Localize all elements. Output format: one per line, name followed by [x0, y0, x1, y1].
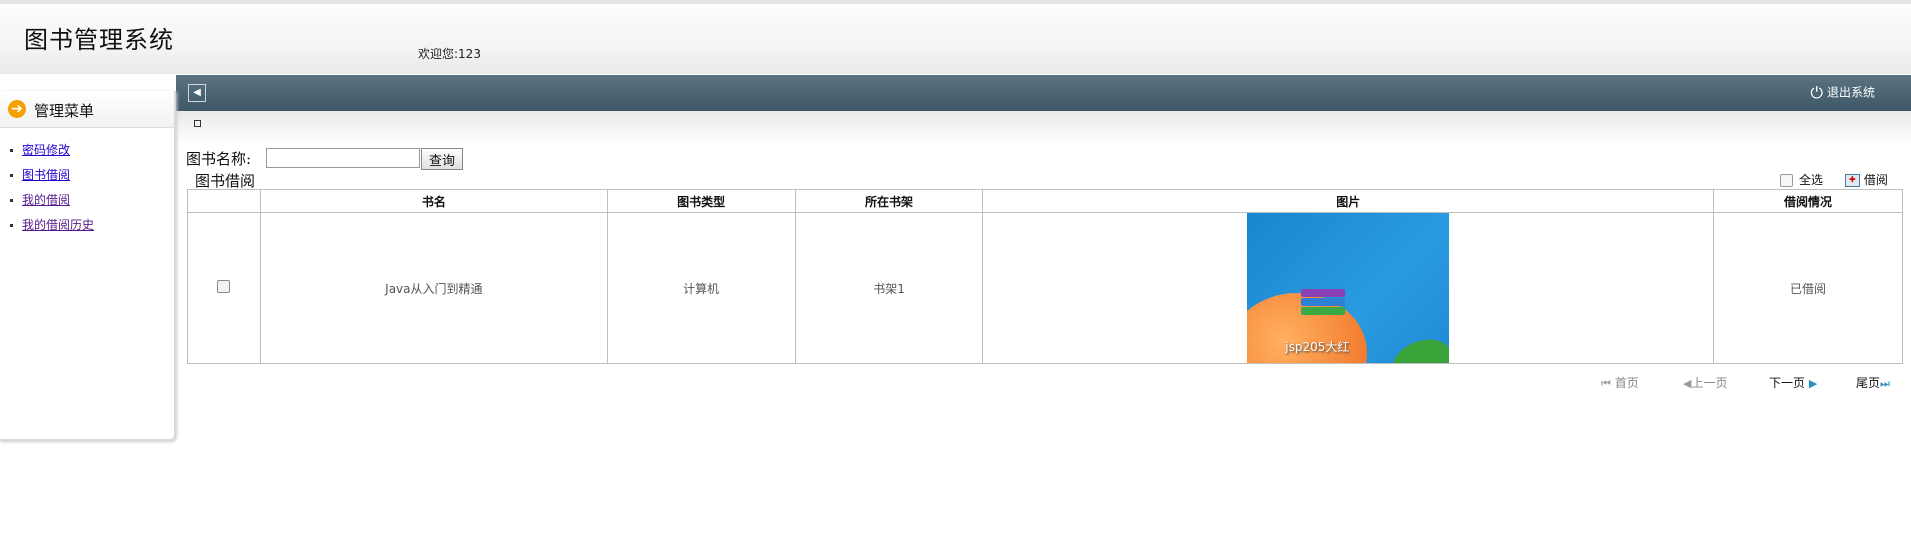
top-header: 图书管理系统 欢迎您:123 [0, 0, 1911, 74]
sidebar-link-my-borrow[interactable]: 我的借阅 [22, 193, 70, 207]
sidebar-list: 密码修改 图书借阅 我的借阅 我的借阅历史 [0, 128, 174, 238]
row-select-cell [187, 212, 261, 364]
top-navbar: ◀ ⏻ 退出系统 [176, 75, 1911, 111]
table-actions: 全选 ✚ 借阅 [1780, 171, 1888, 188]
app-title: 图书管理系统 [24, 26, 174, 54]
last-page-link[interactable]: 尾页⏭ [1856, 374, 1890, 391]
collapse-left-icon[interactable]: ◀ [188, 84, 206, 102]
arrow-right-icon: ➔ [8, 100, 26, 118]
power-icon: ⏻ [1810, 83, 1823, 102]
book-image-cell: jsp205大红 [982, 212, 1715, 364]
logout-label: 退出系统 [1826, 85, 1875, 100]
book-status-cell: 已借阅 [1713, 212, 1903, 364]
col-header-status: 借阅情况 [1713, 189, 1903, 213]
sidebar-item-history: 我的借阅历史 [10, 213, 174, 238]
borrow-icon[interactable]: ✚ [1844, 174, 1860, 187]
book-name-input[interactable] [266, 148, 420, 168]
last-page-label: 尾页 [1856, 376, 1881, 390]
next-page-link[interactable]: 下一页 ▶ [1769, 374, 1817, 391]
sidebar-item-my-borrow: 我的借阅 [10, 188, 174, 213]
sidebar-title: 管理菜单 [34, 102, 95, 120]
sidebar-menu: ➔ 管理菜单 密码修改 图书借阅 我的借阅 我的借阅历史 [0, 91, 176, 441]
select-all-label[interactable]: 全选 [1799, 173, 1823, 187]
search-label: 图书名称: [186, 150, 252, 168]
sub-toolbar [176, 111, 1911, 145]
books-table: 书名 图书类型 所在书架 图片 借阅情况 Java从入门到精通 计算机 书架1 [187, 189, 1903, 364]
sidebar-link-history[interactable]: 我的借阅历史 [22, 218, 94, 232]
archive-icon [1301, 289, 1346, 323]
last-page-icon: ⏭ [1880, 377, 1890, 390]
col-header-shelf: 所在书架 [794, 189, 984, 213]
col-header-image: 图片 [982, 189, 1715, 213]
book-shelf-cell: 书架1 [794, 212, 984, 364]
image-caption: jsp205大红 [1285, 340, 1350, 354]
row-checkbox[interactable] [217, 280, 231, 293]
next-page-label: 下一页 [1769, 376, 1806, 390]
sidebar-item-password: 密码修改 [10, 138, 174, 163]
first-page-label: 首页 [1614, 376, 1639, 390]
sidebar-link-borrow[interactable]: 图书借阅 [22, 168, 70, 182]
select-all-checkbox[interactable] [1780, 174, 1793, 187]
book-cover-image: jsp205大红 [1247, 213, 1450, 363]
col-header-name: 书名 [259, 189, 608, 213]
table-row: Java从入门到精通 计算机 书架1 jsp205大红 已借阅 [187, 212, 1903, 364]
col-header-type: 图书类型 [606, 189, 796, 213]
section-title: 图书借阅 [195, 172, 256, 190]
book-name-cell: Java从入门到精通 [259, 212, 608, 364]
book-type-cell: 计算机 [606, 212, 796, 364]
table-header-row: 书名 图书类型 所在书架 图片 借阅情况 [187, 189, 1903, 213]
first-page-icon: ⏮ [1601, 377, 1611, 390]
prev-page-link[interactable]: ◀上一页 [1683, 374, 1727, 391]
search-button[interactable]: 查询 [421, 148, 463, 170]
borrow-label[interactable]: 借阅 [1864, 173, 1888, 187]
logout-button[interactable]: ⏻ 退出系统 [1810, 83, 1875, 103]
square-icon [194, 120, 201, 127]
col-header-select [187, 189, 261, 213]
first-page-link[interactable]: ⏮ 首页 [1601, 374, 1639, 391]
sidebar-link-password[interactable]: 密码修改 [22, 143, 70, 157]
next-page-icon: ▶ [1808, 377, 1818, 390]
welcome-text: 欢迎您:123 [418, 47, 481, 61]
sidebar-item-borrow: 图书借阅 [10, 163, 174, 188]
prev-page-label: 上一页 [1691, 376, 1728, 390]
sidebar-header: ➔ 管理菜单 [0, 91, 174, 128]
